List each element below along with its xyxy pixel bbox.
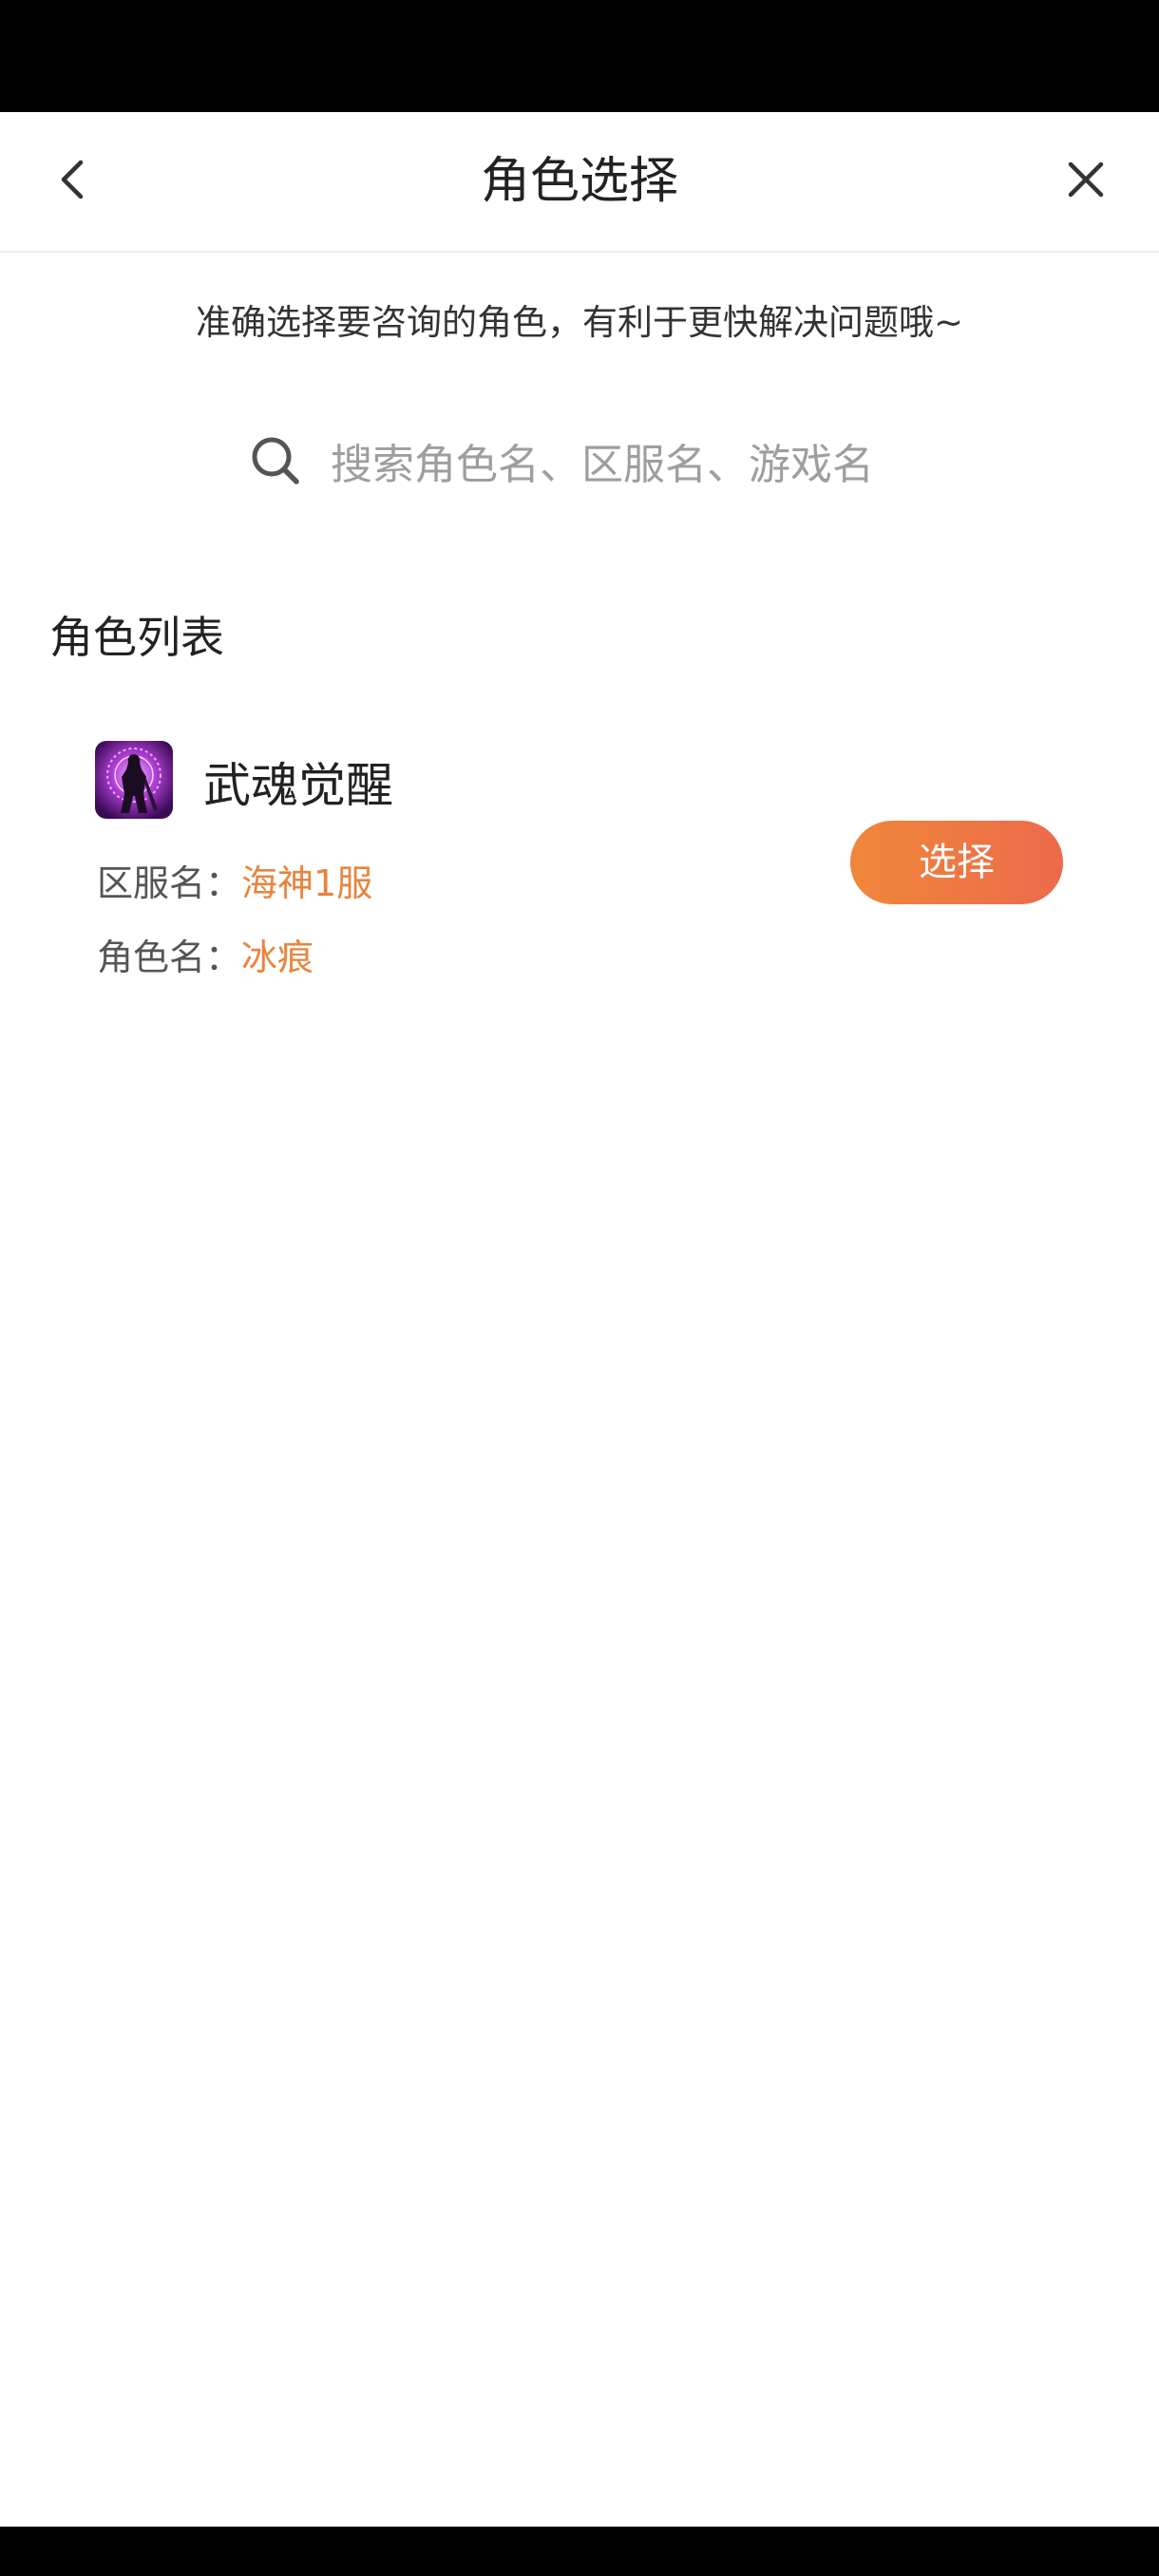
search-placeholder: 搜索角色名、区服名、游戏名: [331, 441, 874, 489]
search-input[interactable]: 搜索角色名、区服名、游戏名: [247, 418, 931, 503]
game-avatar-icon: [95, 741, 173, 819]
navigation-bar: [0, 2527, 1159, 2576]
close-icon: [1068, 161, 1104, 198]
search-icon: [247, 432, 304, 489]
role-label: 角色名：: [97, 937, 242, 978]
role-value: 冰痕: [241, 937, 314, 978]
role-row: 角色名：冰痕: [97, 931, 314, 984]
page-title: 角色选择: [480, 153, 678, 210]
game-name: 武魂觉醒: [203, 758, 393, 813]
back-button[interactable]: [38, 144, 108, 215]
server-label: 区服名：: [97, 862, 242, 904]
close-button[interactable]: [1051, 144, 1121, 215]
chevron-left-icon: [61, 160, 84, 199]
server-value: 海神1服: [241, 862, 373, 904]
list-item: 武魂觉醒 区服名：海神1服 角色名：冰痕 选择: [0, 722, 1159, 1007]
hint-text: 准确选择要咨询的角色，有利于更快解决问题哦~: [195, 302, 963, 343]
section-title: 角色列表: [49, 612, 224, 663]
server-row: 区服名：海神1服: [97, 857, 372, 910]
status-bar: [0, 0, 1159, 112]
nav-bar: 角色选择: [0, 112, 1159, 253]
select-button[interactable]: 选择: [850, 821, 1063, 904]
